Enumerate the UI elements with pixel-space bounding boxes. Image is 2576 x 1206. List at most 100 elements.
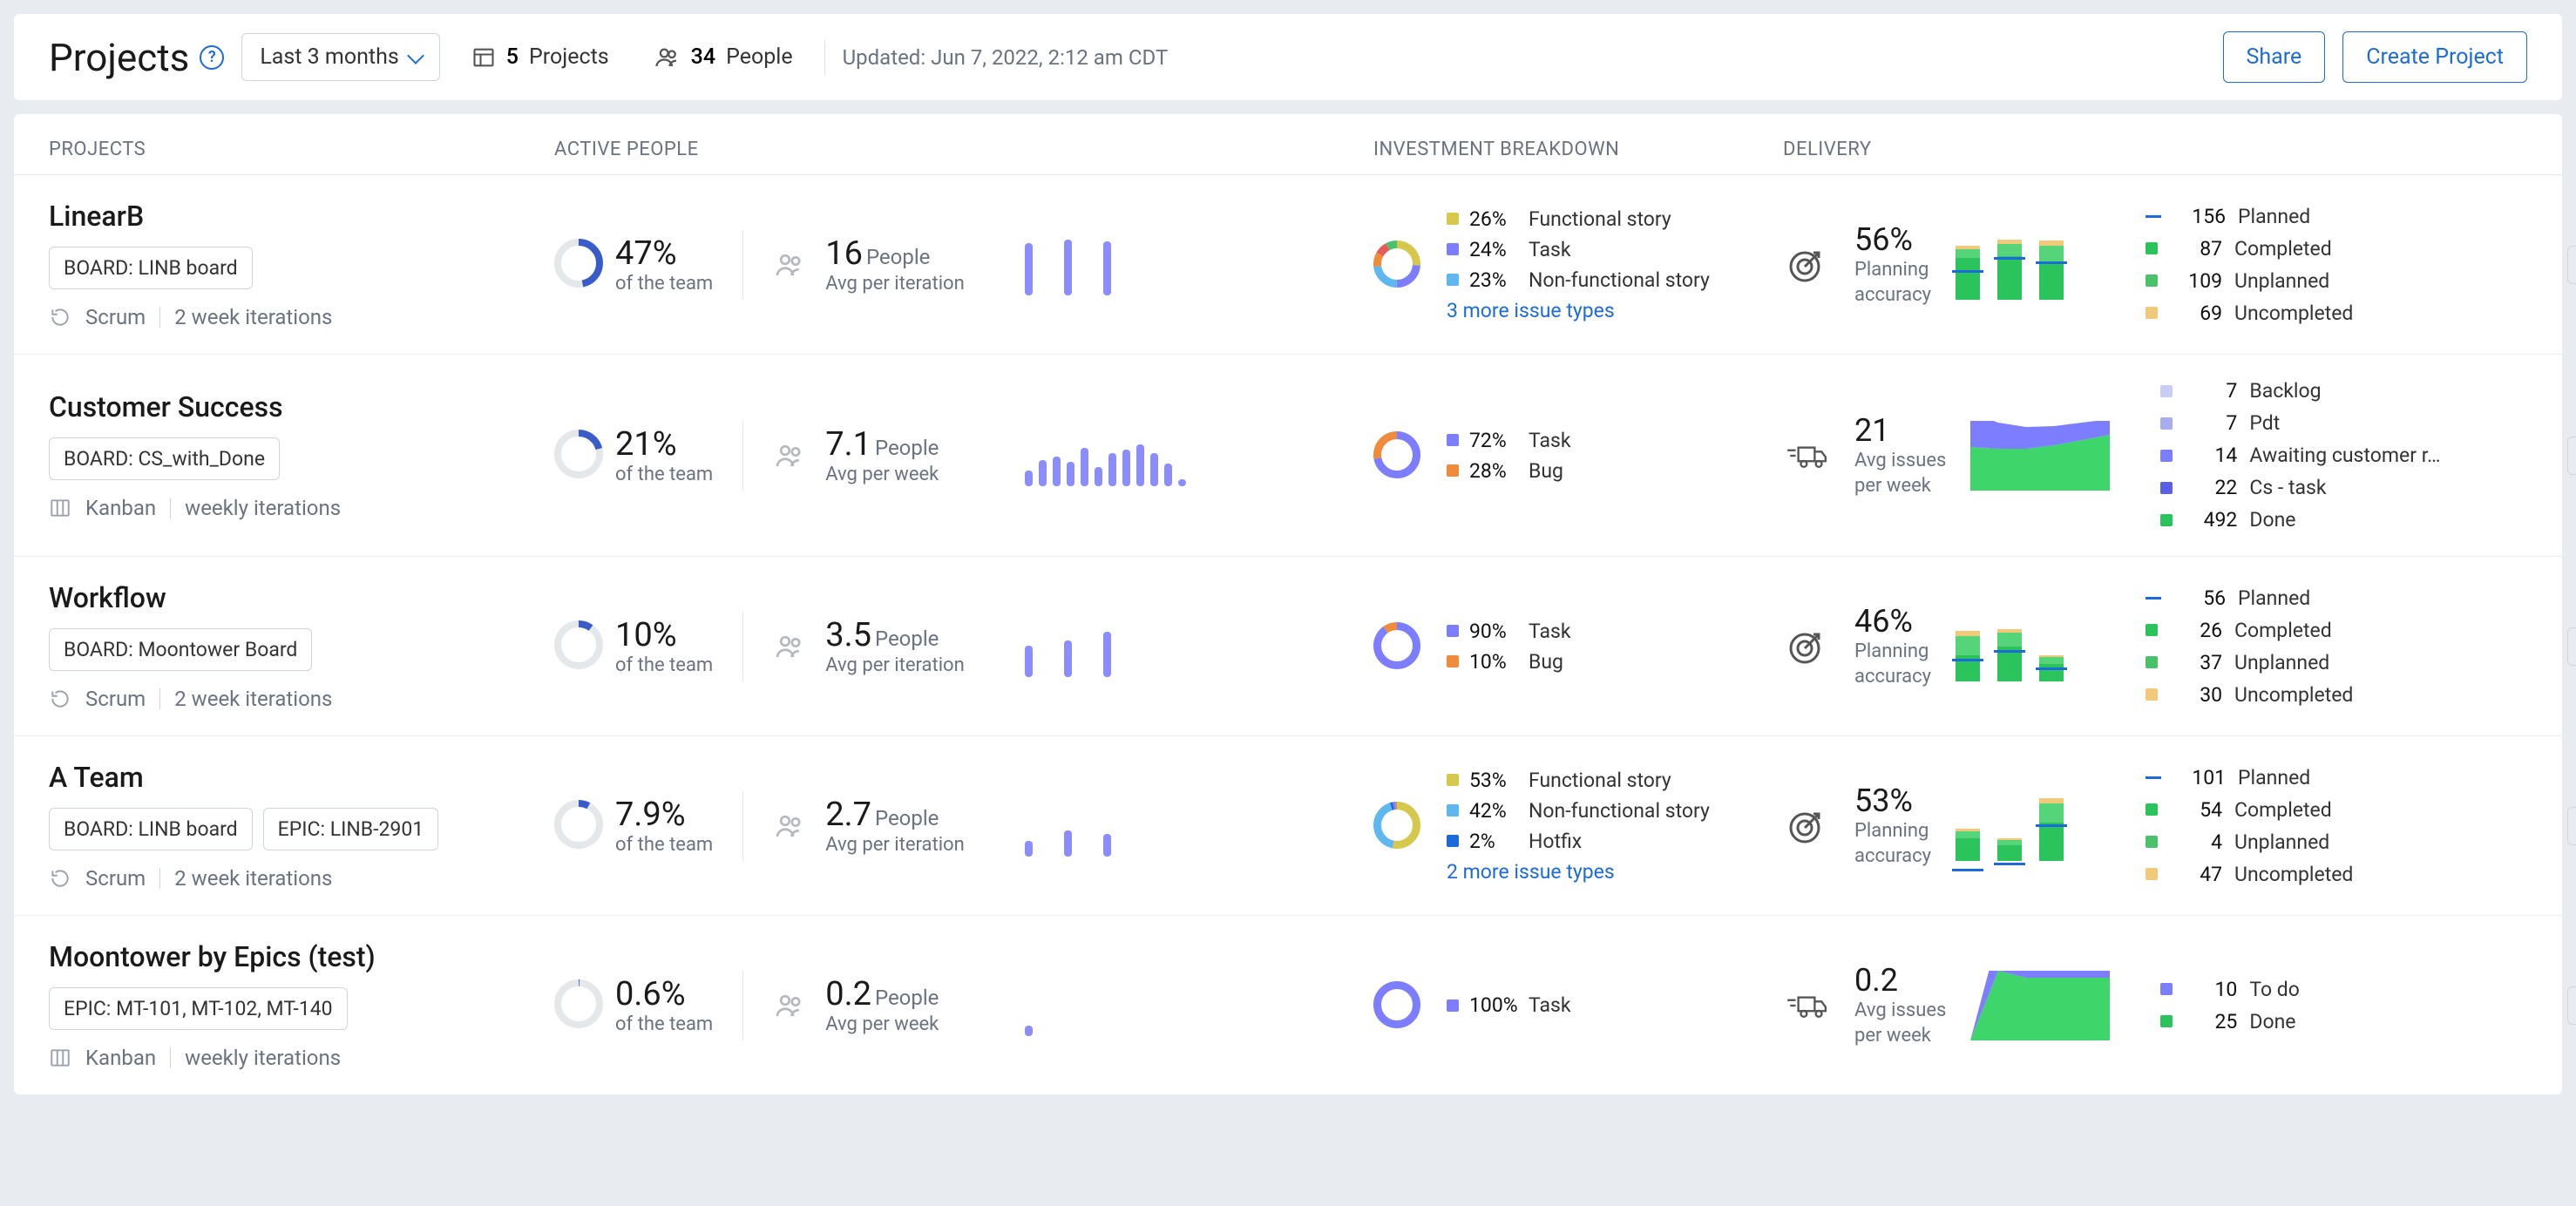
project-name[interactable]: A Team [49,761,554,794]
projects-table: PROJECTS ACTIVE PEOPLE INVESTMENT BREAKD… [14,114,2562,1094]
people-unit: People [875,806,939,830]
team-percent-label: of the team [615,1013,713,1035]
investment-legend-item: 26% Functional story [1447,207,1710,231]
people-pair-icon [773,249,808,281]
row-actions-button[interactable]: ⋯ [2567,627,2576,666]
project-tag[interactable]: BOARD: CS_with_Done [49,437,280,480]
sparkline-cell [1025,234,1373,295]
delivery-status-item: 7 Pdt [2160,411,2440,435]
active-people-cell: 7.9% of the team 2.7People Avg per itera… [554,791,1025,861]
project-info-cell: LinearB BOARD: LINB board Scrum 2 week i… [49,200,554,329]
people-avg-sublabel: Avg per iteration [825,654,965,676]
delivery-cell: 21 Avg issuesper week 7 Backlog 7 Pdt 14… [1783,379,2567,532]
team-percent-label: of the team [615,273,713,295]
delivery-status-item: 22 Cs - task [2160,476,2440,499]
people-unit: People [875,627,939,651]
delivery-status-item: 56 Planned [2146,586,2353,610]
people-avg-value: 0.2 [825,975,871,1013]
delivery-cell: 0.2 Avg issuesper week 10 To do 25 Done [1783,962,2567,1048]
team-percent-label: of the team [615,654,713,676]
chevron-down-icon [407,47,424,64]
delivery-cell: 53% Planningaccuracy 101 Planned 54 [1783,766,2567,886]
project-name[interactable]: LinearB [49,200,554,233]
row-actions-button[interactable]: ⋯ [2567,246,2576,284]
project-tag[interactable]: EPIC: LINB-2901 [263,808,439,850]
col-header-delivery: DELIVERY [1783,139,2567,160]
project-tag[interactable]: BOARD: Moontower Board [49,628,312,671]
investment-donut [1373,241,1422,289]
project-name[interactable]: Workflow [49,581,554,614]
scrum-icon [49,688,71,710]
project-tag[interactable]: BOARD: LINB board [49,247,253,289]
active-people-cell: 10% of the team 3.5People Avg per iterat… [554,612,1025,681]
investment-cell: 72% Task 28% Bug [1373,429,1783,483]
investment-donut [1373,981,1422,1030]
investment-cell: 90% Task 10% Bug [1373,620,1783,674]
scrum-icon [49,867,71,890]
delivery-status-item: 7 Backlog [2160,379,2440,403]
team-percent-donut [554,620,607,673]
truck-icon [1785,438,1828,473]
delivery-statuses: 156 Planned 87 Completed 109 Unplanned 6… [2146,205,2353,325]
page-header: Projects ? Last 3 months 5 Projects 34 P… [14,14,2562,100]
people-pair-icon [773,440,808,471]
scrum-icon [49,306,71,329]
investment-donut [1373,622,1422,671]
create-project-button[interactable]: Create Project [2342,31,2527,83]
investment-more-link[interactable]: 3 more issue types [1447,299,1710,322]
project-info-cell: Customer Success BOARD: CS_with_Done Kan… [49,390,554,520]
delivery-cell: 56% Planningaccuracy 156 Planned 87 [1783,205,2567,325]
project-name[interactable]: Moontower by Epics (test) [49,940,554,973]
investment-more-link[interactable]: 2 more issue types [1447,860,1710,884]
people-avg-sublabel: Avg per iteration [825,834,965,856]
delivery-value: 56% [1854,221,1931,258]
team-percent-donut [554,979,607,1032]
table-column-headers: PROJECTS ACTIVE PEOPLE INVESTMENT BREAKD… [14,114,2562,175]
project-method: Scrum [85,305,146,329]
col-header-active-people: ACTIVE PEOPLE [554,139,1025,160]
updated-timestamp: Updated: Jun 7, 2022, 2:12 am CDT [843,45,1169,70]
project-cadence: 2 week iterations [174,866,332,891]
row-actions-button[interactable]: ⋯ [2567,437,2576,475]
team-percent-value: 10% [615,616,713,654]
people-avg-value: 7.1 [825,425,871,464]
delivery-status-item: 25 Done [2160,1010,2300,1033]
projects-count-label: Projects [529,44,609,70]
people-unit: People [875,986,939,1010]
date-filter-dropdown[interactable]: Last 3 months [241,33,439,81]
project-tag[interactable]: EPIC: MT-101, MT-102, MT-140 [49,987,348,1030]
team-percent-value: 7.9% [615,796,713,834]
project-row: LinearB BOARD: LINB board Scrum 2 week i… [14,175,2562,355]
team-percent-value: 21% [615,425,713,464]
investment-legend-item: 72% Task [1447,429,1571,452]
delivery-area-chart [1970,421,2110,491]
investment-legend-item: 42% Non-functional story [1447,799,1710,823]
delivery-status-item: 47 Uncompleted [2146,863,2353,886]
delivery-status-item: 101 Planned [2146,766,2353,789]
col-header-projects: PROJECTS [49,139,554,160]
investment-legend-item: 10% Bug [1447,650,1571,674]
people-sparkline [1025,616,1373,677]
help-icon[interactable]: ? [200,45,224,70]
people-unit: People [866,245,930,269]
target-icon [1786,244,1827,286]
project-tag[interactable]: BOARD: LINB board [49,808,253,850]
share-button[interactable]: Share [2223,31,2326,83]
delivery-status-item: 14 Awaiting customer r… [2160,444,2440,467]
project-name[interactable]: Customer Success [49,390,554,423]
delivery-value: 53% [1854,783,1931,819]
investment-legend-item: 23% Non-functional story [1447,268,1710,292]
people-sparkline [1025,796,1373,857]
project-info-cell: Moontower by Epics (test) EPIC: MT-101, … [49,940,554,1070]
delivery-status-item: 10 To do [2160,978,2300,1001]
truck-icon [1785,988,1828,1023]
project-row: A Team BOARD: LINB boardEPIC: LINB-2901 … [14,736,2562,916]
investment-legend-item: 2% Hotfix [1447,830,1710,853]
row-actions-button[interactable]: ⋯ [2567,807,2576,845]
projects-count-value: 5 [506,44,519,70]
project-row: Customer Success BOARD: CS_with_Done Kan… [14,355,2562,557]
row-actions-button[interactable]: ⋯ [2567,986,2576,1025]
investment-legend-item: 100% Task [1447,993,1571,1017]
active-people-cell: 0.6% of the team 0.2People Avg per week [554,971,1025,1040]
project-info-cell: A Team BOARD: LINB boardEPIC: LINB-2901 … [49,761,554,891]
